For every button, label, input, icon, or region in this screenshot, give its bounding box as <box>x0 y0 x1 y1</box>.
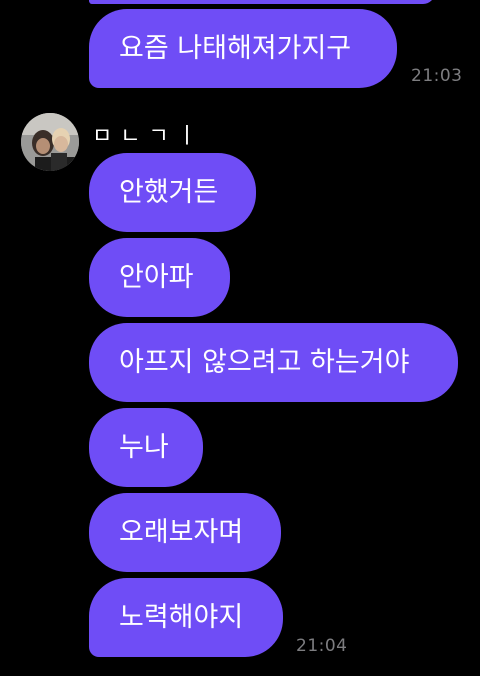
message-bubble[interactable]: 오래보자며 <box>89 493 281 572</box>
message-bubble[interactable]: 안아파 <box>89 238 230 317</box>
message-timestamp: 21:03 <box>411 66 463 86</box>
message-bubble[interactable]: 누나 <box>89 408 203 487</box>
message-text: 아프지 않으려고 하는거야 <box>119 347 410 378</box>
message-text: 오래보자며 <box>119 517 244 548</box>
message-timestamp: 21:04 <box>296 636 348 656</box>
profile-photo-icon <box>21 113 79 171</box>
avatar[interactable] <box>21 113 79 171</box>
message-bubble[interactable]: 요즘 나태해져가지구 <box>89 9 397 88</box>
message-text: 안했거든 <box>119 177 219 208</box>
message-text: 노력해야지 <box>119 602 244 633</box>
message-bubble[interactable]: 노력해야지 <box>89 578 283 657</box>
message-text: 요즘 나태해져가지구 <box>119 33 352 64</box>
message-text: 안아파 <box>119 262 194 293</box>
message-bubble[interactable]: 안했거든 <box>89 153 256 232</box>
sender-name: ㅁㄴㄱㅣ <box>92 124 205 149</box>
message-bubble-partial[interactable] <box>89 0 435 4</box>
message-text: 누나 <box>119 432 169 463</box>
message-bubble[interactable]: 아프지 않으려고 하는거야 <box>89 323 458 402</box>
